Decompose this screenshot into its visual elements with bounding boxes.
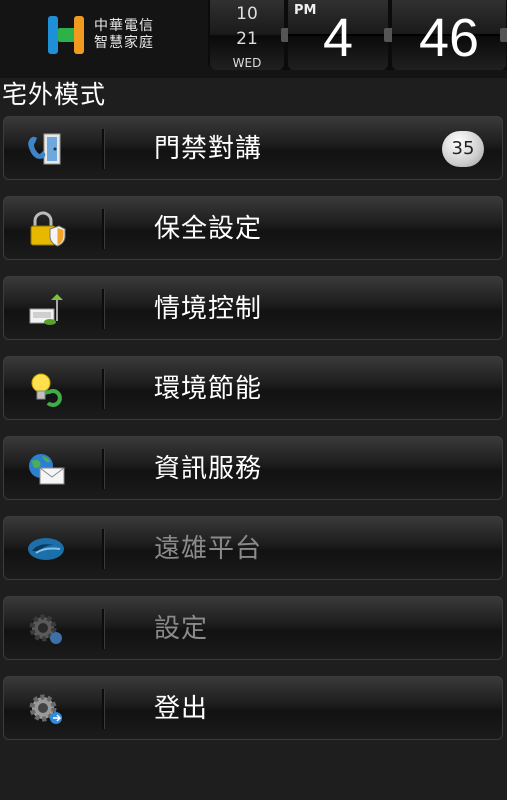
menu-item-logout[interactable]: 登出 [3, 676, 503, 740]
logo-line2: 智慧家庭 [94, 35, 154, 51]
logo-line1: 中華電信 [94, 18, 154, 34]
menu-item-label: 資訊服務 [154, 454, 263, 484]
clock-hinge [500, 28, 507, 42]
clock-hour: 4 [322, 8, 354, 68]
mode-title: 宅外模式 [2, 80, 107, 109]
gear-icon [29, 614, 62, 644]
menu-item-info-services[interactable]: 資訊服務 [3, 436, 503, 500]
menu-item-label: 環境節能 [154, 374, 263, 404]
minute-panel: 46 [392, 0, 506, 70]
menu-item-label: 遠雄平台 [154, 534, 263, 564]
menu-item-label: 情境控制 [154, 294, 263, 324]
platform-logo-icon [28, 538, 64, 560]
menu-item-label: 門禁對講 [154, 134, 263, 164]
eco-bulb-icon [31, 373, 62, 407]
logo-h-icon [44, 12, 90, 58]
lock-shield-icon [30, 211, 66, 247]
globe-mail-icon [29, 454, 65, 485]
status-header: 中華電信 智慧家庭 10 21 WED PM 4 46 [0, 0, 507, 78]
main-menu: 門禁對講 35 保全設定 情境控制 環境節能 資訊服務 遠雄平台 設定 登出 [3, 116, 503, 756]
menu-item-eco-energy[interactable]: 環境節能 [3, 356, 503, 420]
menu-item-door-intercom[interactable]: 門禁對講 35 [3, 116, 503, 180]
date-month: 10 [236, 4, 258, 24]
hour-panel: PM 4 [288, 0, 388, 70]
notification-count-badge: 35 [442, 131, 484, 167]
gear-logout-icon [29, 694, 62, 724]
date-weekday: WED [232, 56, 262, 70]
cht-smart-home-logo: 中華電信 智慧家庭 [44, 12, 169, 58]
clock-minute: 46 [418, 8, 480, 68]
menu-item-label: 設定 [154, 614, 209, 644]
menu-item-scene-control[interactable]: 情境控制 [3, 276, 503, 340]
flip-clock-widget: 10 21 WED PM 4 46 [208, 0, 507, 70]
date-day: 21 [236, 29, 258, 49]
menu-item-settings[interactable]: 設定 [3, 596, 503, 660]
menu-item-farglory-platform[interactable]: 遠雄平台 [3, 516, 503, 580]
menu-item-label: 登出 [154, 694, 209, 724]
door-phone-icon [28, 133, 61, 165]
date-panel: 10 21 WED [210, 0, 284, 70]
menu-item-security-settings[interactable]: 保全設定 [3, 196, 503, 260]
scene-lamp-icon [29, 294, 63, 325]
menu-item-label: 保全設定 [154, 214, 263, 244]
